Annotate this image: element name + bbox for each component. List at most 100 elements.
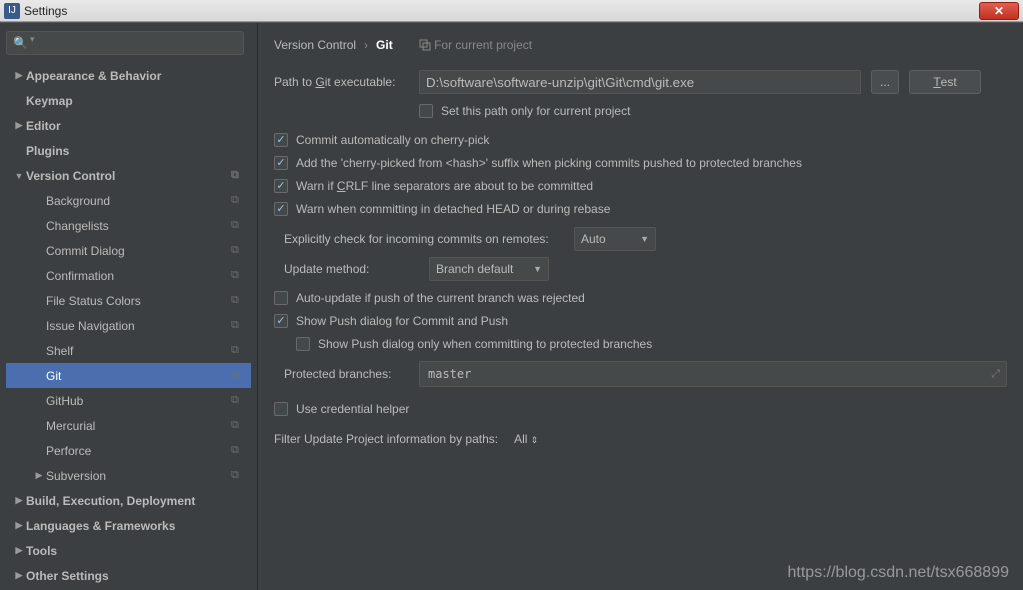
sidebar-item-label: Shelf: [46, 344, 231, 358]
expand-icon[interactable]: ⤢: [991, 367, 1000, 381]
sidebar-item-label: Tools: [26, 544, 231, 558]
copy-icon: ⧉: [231, 444, 245, 457]
sidebar-item-label: Plugins: [26, 144, 231, 158]
copy-icon: ⧉: [231, 169, 245, 182]
close-button[interactable]: ✕: [979, 2, 1019, 20]
sidebar-item-perforce[interactable]: Perforce⧉: [6, 438, 251, 463]
sidebar-item-label: Confirmation: [46, 269, 231, 283]
title-bar: IJ Settings ✕: [0, 0, 1023, 22]
sidebar-item-editor[interactable]: ▶Editor⧉: [6, 113, 251, 138]
warn-crlf-checkbox[interactable]: [274, 179, 288, 193]
sidebar-item-changelists[interactable]: Changelists⧉: [6, 213, 251, 238]
auto-update-label: Auto-update if push of the current branc…: [296, 291, 585, 305]
sidebar-item-appearance-behavior[interactable]: ▶Appearance & Behavior⧉: [6, 63, 251, 88]
sidebar-item-commit-dialog[interactable]: Commit Dialog⧉: [6, 238, 251, 263]
use-credential-checkbox[interactable]: [274, 402, 288, 416]
copy-icon: ⧉: [231, 419, 245, 432]
sidebar-item-background[interactable]: Background⧉: [6, 188, 251, 213]
chevron-right-icon: ›: [364, 38, 368, 52]
tree-arrow-icon: ▶: [12, 70, 26, 81]
copy-icon: ⧉: [231, 244, 245, 257]
window-title: Settings: [24, 4, 67, 18]
update-method-select[interactable]: Branch default ▼: [429, 257, 549, 281]
watermark: https://blog.csdn.net/tsx668899: [788, 564, 1009, 582]
browse-button[interactable]: ...: [871, 70, 899, 94]
chevron-down-icon: ▼: [533, 264, 542, 274]
for-current-project: For current project: [419, 38, 532, 52]
commit-cherry-checkbox[interactable]: [274, 133, 288, 147]
tree-arrow-icon: ▶: [12, 520, 26, 531]
tree-arrow-icon: ▶: [12, 570, 26, 581]
sidebar-item-issue-navigation[interactable]: Issue Navigation⧉: [6, 313, 251, 338]
sidebar-item-github[interactable]: GitHub⧉: [6, 388, 251, 413]
cherry-suffix-label: Add the 'cherry-picked from <hash>' suff…: [296, 156, 802, 170]
tree-arrow-icon: ▶: [12, 120, 26, 131]
sidebar-item-keymap[interactable]: Keymap⧉: [6, 88, 251, 113]
sidebar-item-other-settings[interactable]: ▶Other Settings⧉: [6, 563, 251, 588]
sidebar-item-label: Changelists: [46, 219, 231, 233]
protected-branches-input[interactable]: master ⤢: [419, 361, 1007, 387]
tree-arrow-icon: ▼: [12, 171, 26, 181]
use-credential-label: Use credential helper: [296, 402, 409, 416]
filter-paths-value[interactable]: All ⇕: [514, 432, 538, 446]
warn-detached-checkbox[interactable]: [274, 202, 288, 216]
sidebar-item-label: Commit Dialog: [46, 244, 231, 258]
set-path-project-label: Set this path only for current project: [441, 104, 630, 118]
tree-arrow-icon: ▶: [12, 495, 26, 506]
show-push-protected-label: Show Push dialog only when committing to…: [318, 337, 652, 351]
show-push-checkbox[interactable]: [274, 314, 288, 328]
sidebar-item-label: Mercurial: [46, 419, 231, 433]
breadcrumb-leaf: Git: [376, 38, 393, 52]
copy-icon: ⧉: [231, 369, 245, 382]
explicit-check-select[interactable]: Auto ▼: [574, 227, 656, 251]
sidebar-item-label: Appearance & Behavior: [26, 69, 231, 83]
sidebar-item-shelf[interactable]: Shelf⧉: [6, 338, 251, 363]
sort-icon: ⇕: [531, 435, 539, 445]
test-button[interactable]: Test: [909, 70, 981, 94]
sidebar-item-confirmation[interactable]: Confirmation⧉: [6, 263, 251, 288]
sidebar-item-git[interactable]: Git⧉: [6, 363, 251, 388]
explicit-check-label: Explicitly check for incoming commits on…: [274, 232, 574, 246]
sidebar-item-mercurial[interactable]: Mercurial⧉: [6, 413, 251, 438]
show-push-protected-checkbox[interactable]: [296, 337, 310, 351]
breadcrumb-root[interactable]: Version Control: [274, 38, 356, 52]
set-path-project-checkbox[interactable]: [419, 104, 433, 118]
sidebar-item-languages-frameworks[interactable]: ▶Languages & Frameworks⧉: [6, 513, 251, 538]
sidebar-item-label: Issue Navigation: [46, 319, 231, 333]
sidebar-item-label: Other Settings: [26, 569, 231, 583]
sidebar-item-file-status-colors[interactable]: File Status Colors⧉: [6, 288, 251, 313]
chevron-down-icon: ▼: [640, 234, 649, 244]
copy-icon: ⧉: [231, 219, 245, 232]
sidebar-item-plugins[interactable]: Plugins⧉: [6, 138, 251, 163]
copy-icon: ⧉: [231, 319, 245, 332]
cherry-suffix-checkbox[interactable]: [274, 156, 288, 170]
update-method-label: Update method:: [274, 262, 429, 276]
copy-icon: ⧉: [231, 394, 245, 407]
git-path-input[interactable]: [419, 70, 861, 94]
sidebar-item-version-control[interactable]: ▼Version Control⧉: [6, 163, 251, 188]
path-label: Path to Git executable:: [274, 75, 419, 89]
protected-branches-label: Protected branches:: [274, 367, 419, 381]
settings-tree: ▶Appearance & Behavior⧉Keymap⧉▶Editor⧉Pl…: [6, 63, 251, 588]
search-input[interactable]: 🔍 ▾: [6, 31, 244, 55]
sidebar-item-label: Version Control: [26, 169, 231, 183]
filter-paths-label: Filter Update Project information by pat…: [274, 432, 514, 446]
sidebar-item-label: Languages & Frameworks: [26, 519, 231, 533]
sidebar-item-build-execution-deployment[interactable]: ▶Build, Execution, Deployment⧉: [6, 488, 251, 513]
copy-icon: ⧉: [231, 344, 245, 357]
tree-arrow-icon: ▶: [12, 545, 26, 556]
copy-icon: ⧉: [231, 194, 245, 207]
sidebar-item-label: File Status Colors: [46, 294, 231, 308]
search-icon: 🔍: [13, 36, 28, 50]
warn-detached-label: Warn when committing in detached HEAD or…: [296, 202, 610, 216]
sidebar-item-label: Keymap: [26, 94, 231, 108]
auto-update-checkbox[interactable]: [274, 291, 288, 305]
sidebar: 🔍 ▾ ▶Appearance & Behavior⧉Keymap⧉▶Edito…: [0, 23, 258, 590]
sidebar-item-subversion[interactable]: ▶Subversion⧉: [6, 463, 251, 488]
sidebar-item-label: Git: [46, 369, 231, 383]
show-push-label: Show Push dialog for Commit and Push: [296, 314, 508, 328]
sidebar-item-tools[interactable]: ▶Tools⧉: [6, 538, 251, 563]
copy-icon: ⧉: [231, 469, 245, 482]
app-icon: IJ: [4, 3, 20, 19]
main-panel: Version Control › Git For current projec…: [258, 23, 1023, 590]
